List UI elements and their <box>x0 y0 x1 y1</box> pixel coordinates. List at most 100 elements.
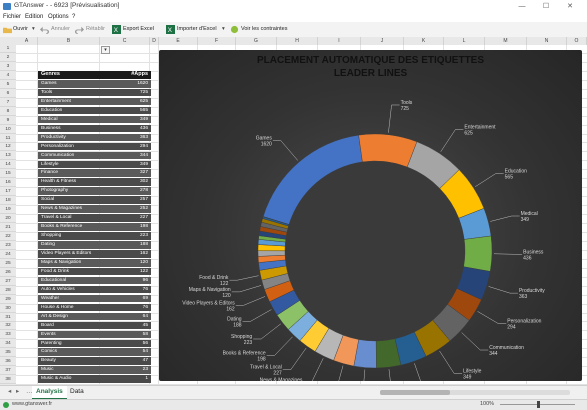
row-header[interactable]: 20 <box>0 215 16 223</box>
row-header[interactable]: 1 <box>0 45 16 53</box>
import-excel-button[interactable]: Importer d'Excel <box>177 25 217 34</box>
table-row[interactable]: Health & Fitness302 <box>38 178 151 186</box>
column-header[interactable]: D <box>150 37 159 45</box>
row-header[interactable]: 35 <box>0 349 16 357</box>
maximize-button[interactable]: ☐ <box>539 1 553 12</box>
donut-slice[interactable] <box>464 236 492 272</box>
row-header[interactable]: 26 <box>0 269 16 277</box>
table-row[interactable]: Auto & Vehicles76 <box>38 286 151 294</box>
row-header[interactable]: 17 <box>0 188 16 196</box>
row-header[interactable]: 2 <box>0 54 16 62</box>
row-header[interactable]: 6 <box>0 90 16 98</box>
row-header[interactable]: 34 <box>0 340 16 348</box>
row-header[interactable]: 9 <box>0 117 16 125</box>
filter-dropdown[interactable]: ▾ <box>101 46 110 54</box>
column-header[interactable]: K <box>404 37 444 45</box>
row-header[interactable]: 7 <box>0 99 16 107</box>
row-header[interactable]: 25 <box>0 260 16 268</box>
row-header[interactable]: 18 <box>0 197 16 205</box>
table-row[interactable]: Finance327 <box>38 169 151 177</box>
column-header[interactable]: M <box>485 37 527 45</box>
table-row[interactable]: Music23 <box>38 366 151 374</box>
column-header[interactable]: A <box>16 37 38 45</box>
row-header[interactable]: 11 <box>0 135 16 143</box>
column-header[interactable]: C <box>100 37 150 45</box>
row-header[interactable]: 10 <box>0 126 16 134</box>
table-row[interactable]: Education565 <box>38 107 151 115</box>
row-header[interactable]: 3 <box>0 63 16 71</box>
redo-button[interactable]: Rétablir <box>86 25 105 34</box>
row-header[interactable]: 5 <box>0 81 16 89</box>
row-header[interactable]: 12 <box>0 143 16 151</box>
column-header[interactable]: I <box>318 37 361 45</box>
row-header[interactable]: 38 <box>0 376 16 384</box>
row-header[interactable]: 21 <box>0 224 16 232</box>
table-row[interactable]: Maps & Navigation120 <box>38 259 151 267</box>
table-row[interactable]: Shopping223 <box>38 232 151 240</box>
import-dropdown-icon[interactable]: ▾ <box>222 25 225 34</box>
table-row[interactable]: Social257 <box>38 196 151 204</box>
table-row[interactable]: Medical349 <box>38 116 151 124</box>
tab-data[interactable]: Data <box>66 386 88 398</box>
table-row[interactable]: Entertainment625 <box>38 98 151 106</box>
row-header[interactable]: 15 <box>0 170 16 178</box>
export-excel-button[interactable]: Export Excel <box>123 25 154 34</box>
table-row[interactable]: Tools725 <box>38 89 151 97</box>
table-row[interactable]: Food & Drink122 <box>38 268 151 276</box>
zoom-slider-thumb[interactable] <box>537 401 540 408</box>
row-header[interactable]: 13 <box>0 152 16 160</box>
row-header[interactable]: 27 <box>0 278 16 286</box>
row-header[interactable]: 36 <box>0 358 16 366</box>
row-header[interactable]: 8 <box>0 108 16 116</box>
menu-edition[interactable]: Edition <box>25 14 43 20</box>
column-header[interactable]: L <box>444 37 485 45</box>
table-row[interactable]: News & Magazines252 <box>38 205 151 213</box>
table-row[interactable]: Photography278 <box>38 187 151 195</box>
row-header[interactable]: 31 <box>0 314 16 322</box>
table-row[interactable]: Educational96 <box>38 277 151 285</box>
table-row[interactable]: Personalization294 <box>38 143 151 151</box>
view-constraints-button[interactable]: Voir les contraintes <box>241 25 287 34</box>
table-row[interactable]: Books & Reference198 <box>38 223 151 231</box>
column-header[interactable]: H <box>277 37 318 45</box>
menu-options[interactable]: Options <box>48 14 69 20</box>
column-header[interactable]: B <box>38 37 100 45</box>
row-header[interactable]: 16 <box>0 179 16 187</box>
table-row[interactable]: Events58 <box>38 331 151 339</box>
undo-button[interactable]: Annuler <box>51 25 70 34</box>
table-row[interactable]: Business436 <box>38 125 151 133</box>
column-header[interactable]: E <box>159 37 198 45</box>
table-row[interactable]: Games1620 <box>38 80 151 88</box>
table-row[interactable]: Productivity363 <box>38 134 151 142</box>
open-dropdown-icon[interactable]: ▾ <box>32 25 35 34</box>
table-row[interactable]: Beauty47 <box>38 357 151 365</box>
table-row[interactable]: Parenting56 <box>38 340 151 348</box>
column-header[interactable]: O <box>567 37 587 45</box>
tab-analysis[interactable]: Analysis <box>32 386 67 400</box>
table-row[interactable]: Comics54 <box>38 348 151 356</box>
column-header[interactable]: J <box>361 37 404 45</box>
column-header[interactable]: F <box>198 37 236 45</box>
row-header[interactable]: 28 <box>0 287 16 295</box>
column-header[interactable]: G <box>236 37 277 45</box>
table-row[interactable]: Video Players & Editors162 <box>38 250 151 258</box>
row-header[interactable]: 24 <box>0 251 16 259</box>
minimize-button[interactable]: — <box>515 1 529 12</box>
column-header[interactable]: N <box>527 37 567 45</box>
row-header[interactable]: 29 <box>0 296 16 304</box>
menu-fichier[interactable]: Fichier <box>3 14 21 20</box>
row-header[interactable]: 22 <box>0 233 16 241</box>
table-row[interactable]: House & Home76 <box>38 304 151 312</box>
table-row[interactable]: Weather69 <box>38 295 151 303</box>
row-header[interactable]: 19 <box>0 206 16 214</box>
row-header[interactable]: 23 <box>0 242 16 250</box>
close-button[interactable]: ✕ <box>563 1 577 12</box>
scrollbar-thumb[interactable] <box>380 390 450 395</box>
menu-help[interactable]: ? <box>72 14 75 20</box>
table-row[interactable]: Dating188 <box>38 241 151 249</box>
table-row[interactable]: Board45 <box>38 322 151 330</box>
row-header[interactable]: 37 <box>0 367 16 375</box>
row-header[interactable]: 33 <box>0 331 16 339</box>
row-header[interactable]: 4 <box>0 72 16 80</box>
row-header[interactable]: 14 <box>0 161 16 169</box>
